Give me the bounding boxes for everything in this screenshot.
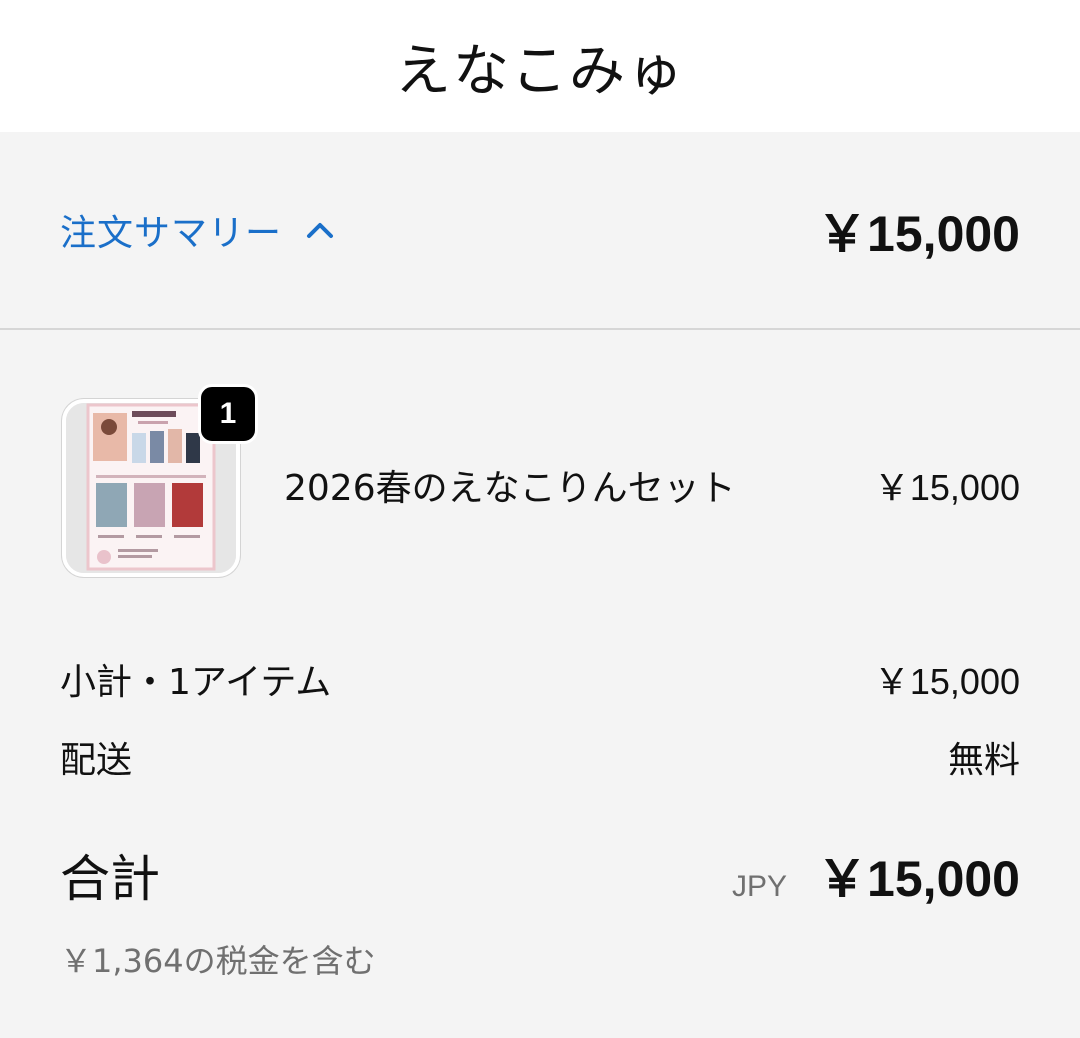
line-item: 1 2026春のえなこりんセット ￥15,000 xyxy=(60,384,1020,580)
order-summary-toggle[interactable]: 注文サマリー xyxy=(60,204,334,256)
store-title[interactable]: えなこみゅ xyxy=(395,26,685,107)
chevron-up-icon xyxy=(306,221,334,239)
order-summary-total: ￥15,000 xyxy=(817,206,1020,262)
item-price: ￥15,000 xyxy=(873,467,1020,508)
total-amount: ￥15,000 xyxy=(817,851,1020,907)
currency-code: JPY xyxy=(732,870,788,903)
item-name: 2026春のえなこりんセット xyxy=(284,468,736,509)
total-amount-group: JPY ￥15,000 xyxy=(732,839,1020,911)
shipping-value: 無料 xyxy=(947,740,1020,781)
subtotal-row: 小計・1アイテム ￥15,000 xyxy=(60,652,1020,706)
product-thumbnail-wrapper: 1 xyxy=(60,384,258,577)
quantity-badge: 1 xyxy=(198,384,258,444)
shipping-row: 配送 無料 xyxy=(60,730,1020,784)
header: えなこみゅ xyxy=(0,0,1080,132)
total-label: 合計 xyxy=(60,850,160,908)
order-summary-label: 注文サマリー xyxy=(60,213,283,254)
subtotal-label: 小計・1アイテム xyxy=(60,662,332,703)
total-row: 合計 JPY ￥15,000 xyxy=(60,840,1020,910)
order-summary-bar[interactable]: 注文サマリー ￥15,000 xyxy=(0,132,1080,330)
tax-note: ￥1,364の税金を含む xyxy=(60,942,376,980)
shipping-label: 配送 xyxy=(60,740,133,781)
subtotal-value: ￥15,000 xyxy=(873,661,1020,702)
